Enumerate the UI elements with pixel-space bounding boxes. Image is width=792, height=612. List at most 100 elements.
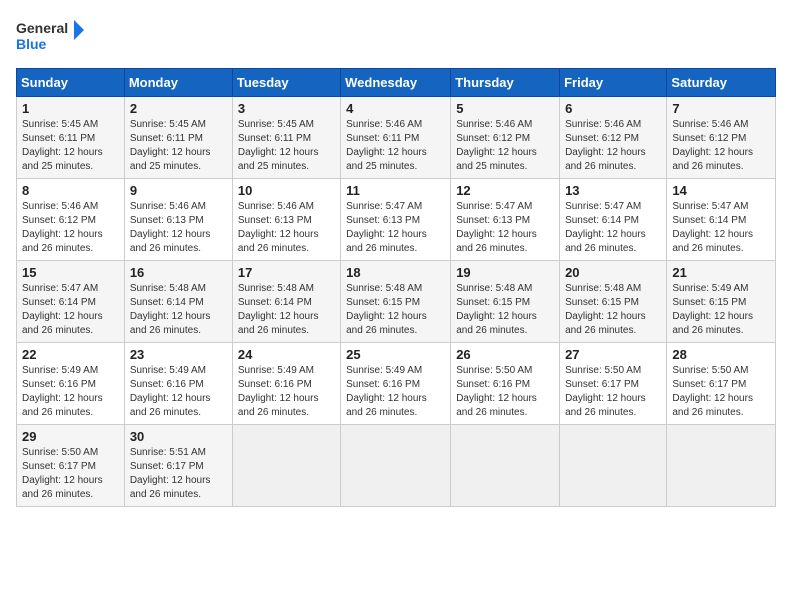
day-info: Sunrise: 5:46 AMSunset: 6:11 PMDaylight:… — [346, 119, 427, 172]
calendar-day-cell — [451, 425, 560, 507]
calendar-day-header: Tuesday — [232, 69, 340, 97]
calendar-day-header: Sunday — [17, 69, 125, 97]
calendar-week-row: 15 Sunrise: 5:47 AMSunset: 6:14 PMDaylig… — [17, 261, 776, 343]
day-info: Sunrise: 5:46 AMSunset: 6:12 PMDaylight:… — [22, 201, 103, 254]
day-info: Sunrise: 5:49 AMSunset: 6:16 PMDaylight:… — [238, 365, 319, 418]
day-number: 15 — [22, 265, 119, 280]
calendar-day-cell: 4 Sunrise: 5:46 AMSunset: 6:11 PMDayligh… — [341, 97, 451, 179]
day-info: Sunrise: 5:47 AMSunset: 6:13 PMDaylight:… — [456, 201, 537, 254]
day-info: Sunrise: 5:46 AMSunset: 6:12 PMDaylight:… — [672, 119, 753, 172]
calendar-day-header: Wednesday — [341, 69, 451, 97]
day-number: 1 — [22, 101, 119, 116]
day-number: 21 — [672, 265, 770, 280]
day-number: 24 — [238, 347, 335, 362]
day-number: 4 — [346, 101, 445, 116]
calendar-day-cell: 7 Sunrise: 5:46 AMSunset: 6:12 PMDayligh… — [667, 97, 776, 179]
day-info: Sunrise: 5:51 AMSunset: 6:17 PMDaylight:… — [130, 447, 211, 500]
calendar-day-cell: 10 Sunrise: 5:46 AMSunset: 6:13 PMDaylig… — [232, 179, 340, 261]
calendar-day-header: Saturday — [667, 69, 776, 97]
calendar-day-cell: 20 Sunrise: 5:48 AMSunset: 6:15 PMDaylig… — [560, 261, 667, 343]
day-info: Sunrise: 5:46 AMSunset: 6:12 PMDaylight:… — [456, 119, 537, 172]
day-info: Sunrise: 5:45 AMSunset: 6:11 PMDaylight:… — [22, 119, 103, 172]
calendar-day-cell — [560, 425, 667, 507]
day-number: 23 — [130, 347, 227, 362]
day-info: Sunrise: 5:48 AMSunset: 6:15 PMDaylight:… — [346, 283, 427, 336]
svg-text:Blue: Blue — [16, 36, 47, 52]
calendar-day-cell: 14 Sunrise: 5:47 AMSunset: 6:14 PMDaylig… — [667, 179, 776, 261]
day-info: Sunrise: 5:45 AMSunset: 6:11 PMDaylight:… — [130, 119, 211, 172]
calendar-day-cell: 18 Sunrise: 5:48 AMSunset: 6:15 PMDaylig… — [341, 261, 451, 343]
calendar-day-header: Friday — [560, 69, 667, 97]
day-info: Sunrise: 5:49 AMSunset: 6:16 PMDaylight:… — [130, 365, 211, 418]
day-number: 13 — [565, 183, 661, 198]
day-info: Sunrise: 5:46 AMSunset: 6:13 PMDaylight:… — [130, 201, 211, 254]
calendar-day-cell: 29 Sunrise: 5:50 AMSunset: 6:17 PMDaylig… — [17, 425, 125, 507]
day-info: Sunrise: 5:48 AMSunset: 6:14 PMDaylight:… — [238, 283, 319, 336]
logo-svg: General Blue — [16, 16, 86, 56]
day-number: 18 — [346, 265, 445, 280]
calendar-day-cell: 24 Sunrise: 5:49 AMSunset: 6:16 PMDaylig… — [232, 343, 340, 425]
day-number: 22 — [22, 347, 119, 362]
day-info: Sunrise: 5:49 AMSunset: 6:15 PMDaylight:… — [672, 283, 753, 336]
svg-text:General: General — [16, 20, 68, 36]
calendar-day-cell: 3 Sunrise: 5:45 AMSunset: 6:11 PMDayligh… — [232, 97, 340, 179]
day-number: 10 — [238, 183, 335, 198]
day-info: Sunrise: 5:48 AMSunset: 6:15 PMDaylight:… — [565, 283, 646, 336]
day-number: 25 — [346, 347, 445, 362]
calendar-day-cell — [341, 425, 451, 507]
calendar-day-cell: 2 Sunrise: 5:45 AMSunset: 6:11 PMDayligh… — [124, 97, 232, 179]
day-info: Sunrise: 5:46 AMSunset: 6:13 PMDaylight:… — [238, 201, 319, 254]
calendar-body: 1 Sunrise: 5:45 AMSunset: 6:11 PMDayligh… — [17, 97, 776, 507]
day-number: 19 — [456, 265, 554, 280]
day-info: Sunrise: 5:50 AMSunset: 6:17 PMDaylight:… — [672, 365, 753, 418]
calendar-day-cell: 13 Sunrise: 5:47 AMSunset: 6:14 PMDaylig… — [560, 179, 667, 261]
calendar-day-cell: 27 Sunrise: 5:50 AMSunset: 6:17 PMDaylig… — [560, 343, 667, 425]
calendar-day-cell: 28 Sunrise: 5:50 AMSunset: 6:17 PMDaylig… — [667, 343, 776, 425]
calendar-day-cell: 11 Sunrise: 5:47 AMSunset: 6:13 PMDaylig… — [341, 179, 451, 261]
calendar-day-cell: 21 Sunrise: 5:49 AMSunset: 6:15 PMDaylig… — [667, 261, 776, 343]
day-number: 9 — [130, 183, 227, 198]
calendar-week-row: 1 Sunrise: 5:45 AMSunset: 6:11 PMDayligh… — [17, 97, 776, 179]
day-number: 3 — [238, 101, 335, 116]
day-number: 11 — [346, 183, 445, 198]
day-number: 12 — [456, 183, 554, 198]
day-info: Sunrise: 5:50 AMSunset: 6:16 PMDaylight:… — [456, 365, 537, 418]
day-info: Sunrise: 5:49 AMSunset: 6:16 PMDaylight:… — [346, 365, 427, 418]
day-info: Sunrise: 5:45 AMSunset: 6:11 PMDaylight:… — [238, 119, 319, 172]
calendar-day-cell: 1 Sunrise: 5:45 AMSunset: 6:11 PMDayligh… — [17, 97, 125, 179]
day-number: 20 — [565, 265, 661, 280]
calendar-day-cell: 23 Sunrise: 5:49 AMSunset: 6:16 PMDaylig… — [124, 343, 232, 425]
day-info: Sunrise: 5:50 AMSunset: 6:17 PMDaylight:… — [22, 447, 103, 500]
calendar-day-cell — [667, 425, 776, 507]
day-number: 28 — [672, 347, 770, 362]
calendar-day-cell: 15 Sunrise: 5:47 AMSunset: 6:14 PMDaylig… — [17, 261, 125, 343]
day-info: Sunrise: 5:47 AMSunset: 6:14 PMDaylight:… — [22, 283, 103, 336]
calendar-day-cell: 30 Sunrise: 5:51 AMSunset: 6:17 PMDaylig… — [124, 425, 232, 507]
day-info: Sunrise: 5:50 AMSunset: 6:17 PMDaylight:… — [565, 365, 646, 418]
logo: General Blue — [16, 16, 86, 56]
day-number: 17 — [238, 265, 335, 280]
calendar-day-header: Thursday — [451, 69, 560, 97]
calendar-day-cell: 6 Sunrise: 5:46 AMSunset: 6:12 PMDayligh… — [560, 97, 667, 179]
day-number: 27 — [565, 347, 661, 362]
day-info: Sunrise: 5:46 AMSunset: 6:12 PMDaylight:… — [565, 119, 646, 172]
calendar-day-cell: 8 Sunrise: 5:46 AMSunset: 6:12 PMDayligh… — [17, 179, 125, 261]
day-number: 29 — [22, 429, 119, 444]
calendar-day-cell — [232, 425, 340, 507]
calendar-day-cell: 5 Sunrise: 5:46 AMSunset: 6:12 PMDayligh… — [451, 97, 560, 179]
calendar-day-cell: 26 Sunrise: 5:50 AMSunset: 6:16 PMDaylig… — [451, 343, 560, 425]
day-info: Sunrise: 5:47 AMSunset: 6:14 PMDaylight:… — [565, 201, 646, 254]
day-info: Sunrise: 5:49 AMSunset: 6:16 PMDaylight:… — [22, 365, 103, 418]
calendar-week-row: 29 Sunrise: 5:50 AMSunset: 6:17 PMDaylig… — [17, 425, 776, 507]
calendar-day-cell: 22 Sunrise: 5:49 AMSunset: 6:16 PMDaylig… — [17, 343, 125, 425]
day-number: 2 — [130, 101, 227, 116]
day-info: Sunrise: 5:48 AMSunset: 6:15 PMDaylight:… — [456, 283, 537, 336]
day-number: 5 — [456, 101, 554, 116]
day-info: Sunrise: 5:47 AMSunset: 6:13 PMDaylight:… — [346, 201, 427, 254]
calendar-header-row: SundayMondayTuesdayWednesdayThursdayFrid… — [17, 69, 776, 97]
calendar-day-header: Monday — [124, 69, 232, 97]
day-number: 6 — [565, 101, 661, 116]
day-info: Sunrise: 5:47 AMSunset: 6:14 PMDaylight:… — [672, 201, 753, 254]
day-number: 14 — [672, 183, 770, 198]
calendar-week-row: 22 Sunrise: 5:49 AMSunset: 6:16 PMDaylig… — [17, 343, 776, 425]
